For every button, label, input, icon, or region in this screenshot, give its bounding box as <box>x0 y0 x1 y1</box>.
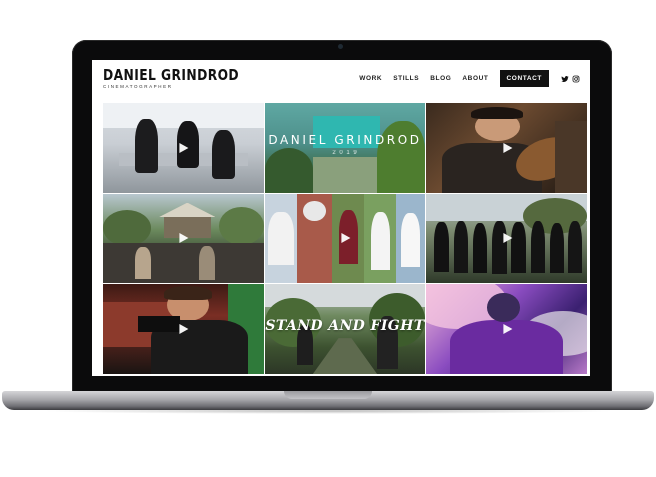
brand-tagline: CINEMATOGRAPHER <box>103 84 173 89</box>
nav-about[interactable]: ABOUT <box>462 75 488 82</box>
play-icon <box>179 324 189 335</box>
portfolio-tile[interactable] <box>426 284 587 374</box>
nav-blog[interactable]: BLOG <box>430 75 451 82</box>
portfolio-grid: DANIEL GRINDROD 2 0 1 9 STAND AND FIGHT <box>103 103 587 374</box>
laptop-base <box>2 391 654 410</box>
tile-title: DANIEL GRINDROD <box>268 133 422 148</box>
nav-work[interactable]: WORK <box>359 75 382 82</box>
tile-title: STAND AND FIGHT <box>265 318 425 335</box>
play-icon <box>341 233 351 244</box>
play-icon <box>503 142 513 153</box>
portfolio-tile[interactable] <box>103 103 264 193</box>
play-icon <box>179 233 189 244</box>
laptop-bezel: DANIEL GRINDROD CINEMATOGRAPHER WORK STI… <box>72 40 612 397</box>
site-header: DANIEL GRINDROD CINEMATOGRAPHER WORK STI… <box>92 60 590 102</box>
play-icon <box>179 142 189 153</box>
portfolio-tile[interactable] <box>103 193 264 284</box>
portfolio-tile[interactable] <box>426 193 587 284</box>
webcam-icon <box>338 44 343 49</box>
portfolio-tile[interactable]: STAND AND FIGHT <box>264 284 426 374</box>
tile-subtitle: 2 0 1 9 <box>332 149 358 156</box>
brand-name: DANIEL GRINDROD <box>103 66 240 84</box>
portfolio-tile[interactable] <box>103 284 264 374</box>
portfolio-tile[interactable]: DANIEL GRINDROD 2 0 1 9 <box>264 103 426 193</box>
play-icon <box>503 233 513 244</box>
laptop-screen: DANIEL GRINDROD CINEMATOGRAPHER WORK STI… <box>92 60 590 376</box>
twitter-icon[interactable] <box>561 75 569 83</box>
portfolio-tile[interactable] <box>264 193 426 284</box>
site-logo[interactable]: DANIEL GRINDROD CINEMATOGRAPHER <box>103 67 269 89</box>
nav-stills[interactable]: STILLS <box>393 75 419 82</box>
play-icon <box>503 324 513 335</box>
portfolio-tile[interactable] <box>426 103 587 193</box>
instagram-icon[interactable] <box>572 75 580 83</box>
main-nav: WORK STILLS BLOG ABOUT CONTACT <box>359 70 580 87</box>
contact-button[interactable]: CONTACT <box>499 70 549 87</box>
laptop-notch <box>284 391 372 399</box>
